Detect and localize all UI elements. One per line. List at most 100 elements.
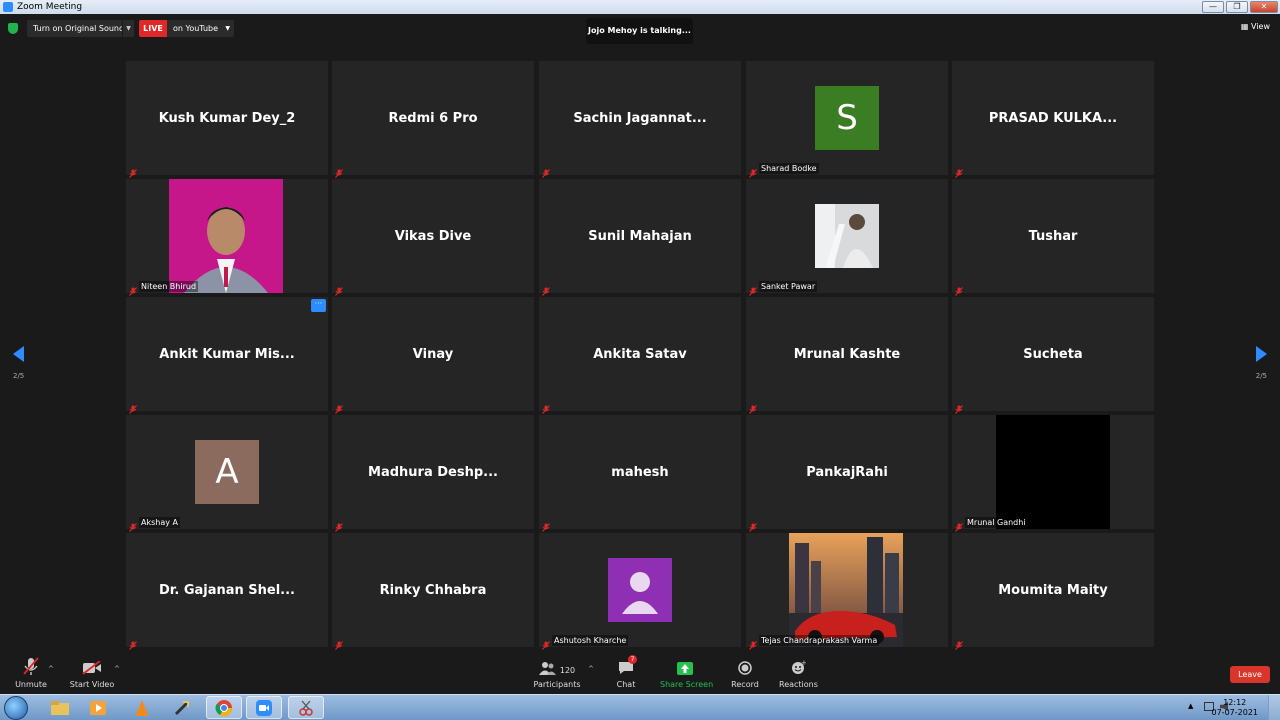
participant-tile[interactable]: Dr. Gajanan Shel... xyxy=(126,533,328,650)
participant-name: Vinay xyxy=(412,346,454,362)
grid-icon: ▦ xyxy=(1240,22,1249,31)
participant-tile[interactable]: Vinay xyxy=(332,297,534,414)
record-label: Record xyxy=(731,680,759,689)
muted-mic-icon xyxy=(542,635,550,650)
clock-time: 12:12 xyxy=(1223,698,1247,707)
participant-name: Redmi 6 Pro xyxy=(388,110,478,126)
participant-tile[interactable]: S Sharad Bodke xyxy=(746,61,948,178)
participant-tile[interactable]: Sunil Mahajan xyxy=(539,179,741,296)
participant-tile[interactable]: A Akshay A xyxy=(126,415,328,532)
encryption-shield-icon[interactable] xyxy=(8,23,18,34)
participant-tile[interactable]: Ashutosh Kharche xyxy=(539,533,741,650)
default-user-avatar-icon xyxy=(608,558,672,622)
unmute-button[interactable]: Unmute xyxy=(12,655,50,689)
more-options-button[interactable]: ··· xyxy=(311,299,326,312)
video-options-chevron-icon[interactable]: ^ xyxy=(114,665,120,673)
muted-mic-icon xyxy=(749,399,757,414)
participant-name: Sucheta xyxy=(1023,346,1083,362)
participant-tile[interactable]: Moumita Maity xyxy=(952,533,1154,650)
participant-name: Madhura Deshp... xyxy=(368,464,498,480)
audio-options-chevron-icon[interactable]: ^ xyxy=(48,665,54,673)
participant-label: Mrunal Gandhi xyxy=(965,517,1028,528)
zoom-app-icon xyxy=(3,2,13,12)
participant-tile[interactable]: Kush Kumar Dey_2 xyxy=(126,61,328,178)
snipping-tool-taskbar-icon[interactable] xyxy=(288,696,324,719)
participants-icon xyxy=(538,662,556,675)
chat-button[interactable]: 7 Chat xyxy=(612,655,640,689)
participant-tile[interactable]: Ankit Kumar Mis... xyxy=(126,297,328,414)
participant-tile[interactable]: Sanket Pawar xyxy=(746,179,948,296)
previous-page-arrow-icon[interactable] xyxy=(13,346,24,362)
muted-mic-icon xyxy=(955,163,963,178)
tray-expand-icon[interactable]: ▲ xyxy=(1188,702,1193,710)
minimize-button[interactable]: — xyxy=(1202,1,1224,13)
reactions-button[interactable]: + Reactions xyxy=(779,655,818,689)
participant-tile[interactable]: PRASAD KULKA... xyxy=(952,61,1154,178)
chevron-down-icon: ▼ xyxy=(225,25,231,32)
start-video-button[interactable]: Start Video xyxy=(68,655,116,689)
participant-tile[interactable]: Redmi 6 Pro xyxy=(332,61,534,178)
participant-tile[interactable]: Ankita Satav xyxy=(539,297,741,414)
maximize-button[interactable]: ❐ xyxy=(1226,1,1248,13)
start-menu-orb-icon[interactable] xyxy=(4,696,28,720)
participant-tile[interactable]: Niteen Bhirud xyxy=(126,179,328,296)
participant-tile[interactable]: mahesh xyxy=(539,415,741,532)
live-badge: LIVE xyxy=(139,20,167,37)
muted-mic-icon xyxy=(542,163,550,178)
vlc-taskbar-icon[interactable] xyxy=(124,696,160,719)
muted-mic-icon xyxy=(23,657,39,675)
participant-label: Niteen Bhirud xyxy=(139,281,199,292)
leave-button[interactable]: Leave xyxy=(1230,666,1270,683)
chat-label: Chat xyxy=(616,680,636,689)
participant-label: Sharad Bodke xyxy=(759,163,819,174)
participants-chevron-icon[interactable]: ^ xyxy=(588,665,594,673)
participants-label: Participants xyxy=(533,680,581,689)
participant-tile[interactable]: Mrunal Gandhi xyxy=(952,415,1154,532)
explorer-taskbar-icon[interactable] xyxy=(42,696,78,719)
video-off-icon xyxy=(82,661,101,675)
share-screen-label: Share Screen xyxy=(660,680,714,689)
view-label: View xyxy=(1251,22,1270,31)
unmute-label: Unmute xyxy=(15,680,47,689)
original-sound-dropdown[interactable]: ▼ xyxy=(122,20,134,37)
participant-name: Sunil Mahajan xyxy=(588,228,692,244)
share-screen-button[interactable]: Share Screen xyxy=(660,655,714,689)
participant-tile[interactable]: PankajRahi xyxy=(746,415,948,532)
tool-taskbar-icon[interactable] xyxy=(164,696,200,719)
participant-tile[interactable]: Mrunal Kashte xyxy=(746,297,948,414)
media-player-taskbar-icon[interactable] xyxy=(80,696,116,719)
original-sound-button[interactable]: Turn on Original Sound xyxy=(27,20,131,37)
participant-video xyxy=(169,179,283,293)
muted-mic-icon xyxy=(129,399,137,414)
taskbar-clock[interactable]: 12:12 07-07-2021 xyxy=(1212,698,1259,718)
participant-tile[interactable]: Sucheta xyxy=(952,297,1154,414)
avatar-initial: A xyxy=(195,440,259,504)
chrome-taskbar-icon[interactable] xyxy=(206,696,242,719)
muted-mic-icon xyxy=(749,163,757,178)
show-desktop-button[interactable] xyxy=(1268,695,1280,720)
participant-label: Ashutosh Kharche xyxy=(552,635,629,646)
meeting-top-bar: Turn on Original Sound ▼ LIVE on YouTube… xyxy=(0,14,1280,44)
youtube-live-button[interactable]: on YouTube ▼ xyxy=(167,20,235,37)
close-button[interactable]: ✕ xyxy=(1250,1,1278,13)
participant-tile[interactable]: Vikas Dive xyxy=(332,179,534,296)
reactions-smiley-icon: + xyxy=(791,660,806,674)
participants-button[interactable]: 120 Participants xyxy=(532,655,582,689)
participant-name: Ankita Satav xyxy=(593,346,687,362)
participant-label: Sanket Pawar xyxy=(759,281,818,292)
participant-tile[interactable]: Tejas Chandraprakash Varma xyxy=(746,533,948,650)
youtube-live-label: on YouTube xyxy=(173,24,219,33)
muted-mic-icon xyxy=(129,635,137,650)
record-button[interactable]: Record xyxy=(728,655,762,689)
next-page-arrow-icon[interactable] xyxy=(1256,346,1267,362)
muted-mic-icon xyxy=(335,163,343,178)
participant-tile[interactable]: Tushar xyxy=(952,179,1154,296)
reactions-label: Reactions xyxy=(779,680,818,689)
participant-tile[interactable]: Rinky Chhabra xyxy=(332,533,534,650)
zoom-taskbar-icon[interactable] xyxy=(246,696,282,719)
muted-mic-icon xyxy=(129,163,137,178)
participant-tile[interactable]: Madhura Deshp... xyxy=(332,415,534,532)
participant-tile[interactable]: Sachin Jagannat... xyxy=(539,61,741,178)
view-button[interactable]: ▦ View xyxy=(1241,22,1270,31)
window-title: Zoom Meeting xyxy=(17,2,83,12)
